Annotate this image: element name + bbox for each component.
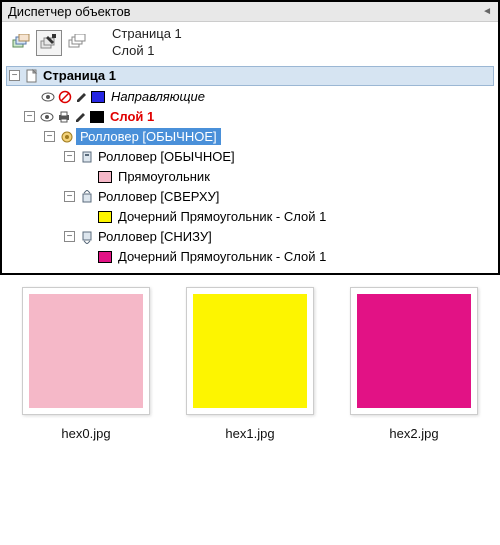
tree-rollover-over-row[interactable]: − Ролловер [СВЕРХУ] — [6, 187, 494, 207]
toolbar-layers-icon[interactable] — [8, 30, 34, 56]
swatch-frame[interactable] — [22, 287, 150, 415]
eye-icon[interactable] — [39, 109, 55, 125]
layer-label: Слой 1 — [108, 109, 156, 124]
expand-icon[interactable]: − — [44, 131, 55, 142]
swatch-fill-0 — [29, 294, 143, 408]
expand-icon[interactable]: − — [64, 191, 75, 202]
breadcrumb-layer: Слой 1 — [112, 43, 182, 60]
eye-icon[interactable] — [40, 89, 56, 105]
swatch-caption: hex2.jpg — [344, 426, 484, 441]
tree-rollover-selected-row[interactable]: − Ролловер [ОБЫЧНОЕ] — [6, 127, 494, 147]
panel-title: Диспетчер объектов — [8, 4, 131, 19]
rollover-over-label: Ролловер [СВЕРХУ] — [96, 189, 221, 204]
panel-menu-icon[interactable]: ◄ — [482, 6, 492, 17]
rollover-down-label: Ролловер [СНИЗУ] — [96, 229, 214, 244]
breadcrumb: Страница 1 Слой 1 — [112, 26, 182, 60]
color-swatch-rect — [98, 171, 112, 183]
color-swatch-down — [98, 251, 112, 263]
state-over-icon — [79, 189, 95, 205]
expand-icon[interactable]: − — [24, 111, 35, 122]
tree-rollover-normal-row[interactable]: − Ролловер [ОБЫЧНОЕ] — [6, 147, 494, 167]
expand-icon[interactable]: − — [64, 151, 75, 162]
object-manager-panel: Диспетчер объектов ◄ Страница 1 Слой 1 −… — [0, 0, 500, 275]
tree-childrect-over-row[interactable]: Дочерний Прямоугольник - Слой 1 — [6, 207, 494, 227]
swatch-card: hex0.jpg — [16, 287, 156, 441]
childrect-down-label: Дочерний Прямоугольник - Слой 1 — [116, 249, 328, 264]
tree-page-row[interactable]: − Страница 1 — [6, 66, 494, 86]
expand-icon[interactable]: − — [64, 231, 75, 242]
print-icon[interactable] — [56, 109, 72, 125]
childrect-over-label: Дочерний Прямоугольник - Слой 1 — [116, 209, 328, 224]
color-swatch-guides[interactable] — [91, 91, 105, 103]
rollover-selected-label: Ролловер [ОБЫЧНОЕ] — [76, 128, 221, 145]
state-normal-icon — [79, 149, 95, 165]
pencil-icon[interactable] — [73, 109, 89, 125]
tree-guides-row[interactable]: Направляющие — [6, 87, 494, 107]
state-down-icon — [79, 229, 95, 245]
rollover-group-icon — [59, 129, 75, 145]
swatch-card: hex1.jpg — [180, 287, 320, 441]
color-swatch-over — [98, 211, 112, 223]
toolbar: Страница 1 Слой 1 — [2, 22, 498, 64]
rollover-normal-label: Ролловер [ОБЫЧНОЕ] — [96, 149, 237, 164]
swatch-caption: hex1.jpg — [180, 426, 320, 441]
pencil-icon[interactable] — [74, 89, 90, 105]
tree-rect-row[interactable]: Прямоугольник — [6, 167, 494, 187]
swatch-frame[interactable] — [350, 287, 478, 415]
toolbar-edit-layers-icon[interactable] — [36, 30, 62, 56]
tree-layer-row[interactable]: − Слой 1 — [6, 107, 494, 127]
swatch-caption: hex0.jpg — [16, 426, 156, 441]
panel-titlebar: Диспетчер объектов ◄ — [2, 2, 498, 22]
guides-label: Направляющие — [109, 89, 207, 104]
expand-icon[interactable]: − — [9, 70, 20, 81]
swatch-fill-1 — [193, 294, 307, 408]
swatch-card: hex2.jpg — [344, 287, 484, 441]
page-label: Страница 1 — [41, 68, 118, 83]
swatch-frame[interactable] — [186, 287, 314, 415]
tree-childrect-down-row[interactable]: Дочерний Прямоугольник - Слой 1 — [6, 247, 494, 267]
toolbar-pages-icon[interactable] — [64, 30, 90, 56]
object-tree: − Страница 1 Направляющие − — [2, 64, 498, 273]
print-disabled-icon[interactable] — [57, 89, 73, 105]
breadcrumb-page: Страница 1 — [112, 26, 182, 43]
swatch-fill-2 — [357, 294, 471, 408]
color-swatch-layer[interactable] — [90, 111, 104, 123]
page-icon — [24, 68, 40, 84]
rect-label: Прямоугольник — [116, 169, 212, 184]
tree-rollover-down-row[interactable]: − Ролловер [СНИЗУ] — [6, 227, 494, 247]
swatch-gallery: hex0.jpg hex1.jpg hex2.jpg — [0, 275, 500, 449]
